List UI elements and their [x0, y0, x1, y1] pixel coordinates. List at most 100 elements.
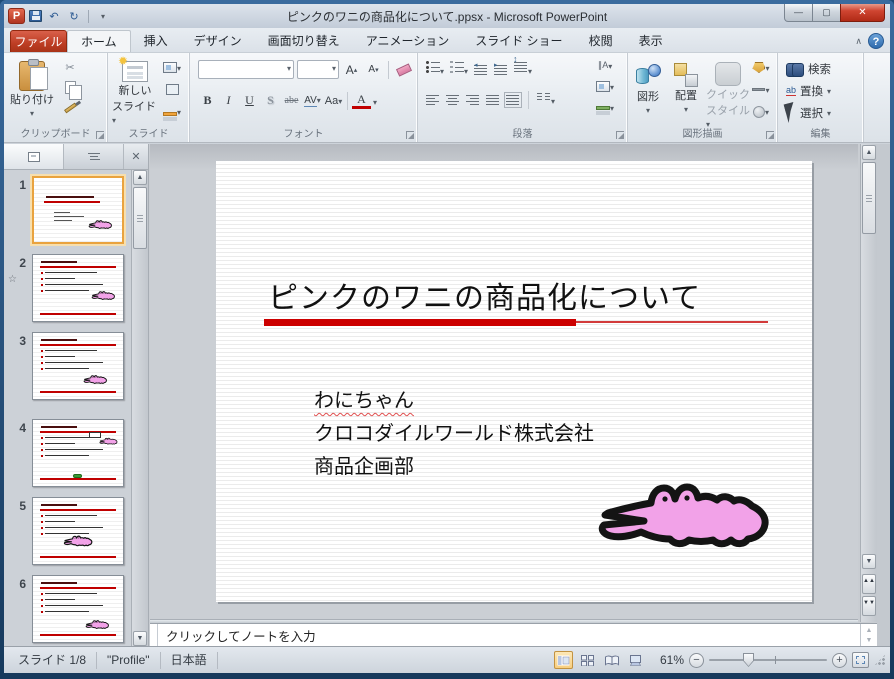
zoom-out-button[interactable]: − — [689, 652, 704, 668]
shape-outline-button[interactable] — [751, 81, 771, 98]
replace-button[interactable]: ab 置換 — [786, 81, 831, 100]
scroll-up-icon[interactable]: ▲ — [862, 145, 876, 160]
tab-review[interactable]: 校閲 — [576, 30, 626, 52]
slide-title[interactable]: ピンクのワニの商品化について — [268, 273, 788, 317]
notes-pane[interactable]: クリックしてノートを入力 ▲ ▼ — [150, 623, 877, 646]
slide-sorter-view-button[interactable] — [578, 651, 597, 669]
columns-button[interactable] — [537, 91, 555, 109]
tab-transitions[interactable]: 画面切り替え — [255, 30, 353, 52]
shapes-button[interactable]: 図形 — [630, 58, 666, 116]
zoom-level[interactable]: 61% — [650, 653, 684, 667]
panel-scrollbar[interactable]: ▲ ▼ — [131, 170, 148, 646]
panel-scroll-down-icon[interactable]: ▼ — [133, 631, 147, 646]
strikethrough-button[interactable]: abe — [282, 91, 301, 110]
slide-thumbnail-1[interactable]: 1 — [4, 174, 131, 248]
align-text-button[interactable] — [595, 78, 615, 95]
zoom-in-button[interactable]: + — [832, 652, 847, 668]
bullets-button[interactable] — [426, 61, 444, 79]
grow-font-button[interactable]: A ▴ — [342, 60, 361, 79]
drawing-dialog-launcher[interactable] — [766, 131, 774, 139]
language-indicator[interactable]: 日本語 — [161, 651, 218, 669]
powerpoint-logo-icon[interactable]: P — [8, 8, 25, 24]
shape-effects-button[interactable] — [751, 103, 771, 120]
redo-button[interactable]: ↻ — [66, 10, 82, 23]
slide-thumbnail-3[interactable]: 3 — [4, 330, 131, 404]
align-right-button[interactable] — [466, 94, 480, 106]
arrange-button[interactable]: 配置 — [668, 59, 704, 115]
tab-slides-thumbnails[interactable] — [4, 144, 64, 169]
qat-customize-dropdown[interactable] — [95, 10, 111, 22]
notes-scrollbar[interactable]: ▲ ▼ — [860, 624, 877, 646]
line-spacing-button[interactable] — [514, 61, 532, 79]
new-slide-button[interactable]: 新しい スライド — [112, 54, 158, 126]
zoom-slider-thumb[interactable] — [743, 653, 754, 667]
tab-animations[interactable]: アニメーション — [353, 30, 463, 52]
tab-view[interactable]: 表示 — [626, 30, 676, 52]
slide-subtitle[interactable]: わにちゃん クロコダイルワールド株式会社 商品企画部 — [314, 385, 594, 484]
tab-outline[interactable] — [64, 144, 124, 169]
panel-scroll-thumb[interactable] — [133, 187, 147, 249]
font-name-combo[interactable] — [198, 60, 294, 79]
italic-button[interactable]: I — [219, 91, 238, 110]
close-button[interactable]: ✕ — [840, 4, 885, 22]
paragraph-dialog-launcher[interactable] — [616, 131, 624, 139]
copy-button[interactable] — [60, 79, 82, 100]
panel-scroll-up-icon[interactable]: ▲ — [133, 170, 147, 185]
quick-styles-button[interactable]: クイック スタイル — [706, 58, 750, 130]
fit-to-window-button[interactable] — [852, 652, 869, 668]
decrease-indent-button[interactable] — [474, 64, 489, 76]
scroll-down-icon[interactable]: ▼ — [862, 554, 876, 569]
slide-thumbnail-5[interactable]: 5 — [4, 495, 131, 569]
select-button[interactable]: 選択 — [783, 102, 831, 123]
align-center-button[interactable] — [446, 94, 460, 106]
notes-placeholder[interactable]: クリックしてノートを入力 — [158, 626, 316, 645]
slide-indicator[interactable]: スライド 1/8 — [8, 651, 98, 669]
reading-view-button[interactable] — [602, 651, 621, 669]
change-case-button[interactable]: Aa — [324, 91, 343, 110]
vertical-scrollbar[interactable]: ▲ ▼ ▲▲ ▼▼ — [860, 144, 877, 622]
tab-design[interactable]: デザイン — [181, 30, 255, 52]
resize-grip[interactable] — [874, 654, 886, 666]
previous-slide-button[interactable]: ▲▲ — [862, 574, 876, 594]
collapse-ribbon-button[interactable]: ∧ — [855, 36, 862, 47]
next-slide-button[interactable]: ▼▼ — [862, 596, 876, 616]
format-painter-button[interactable] — [60, 99, 80, 116]
reset-slide-button[interactable] — [162, 81, 182, 98]
scroll-thumb[interactable] — [862, 162, 876, 234]
convert-smartart-button[interactable] — [595, 99, 615, 116]
font-color-caret-icon[interactable] — [373, 92, 377, 110]
align-left-button[interactable] — [426, 94, 440, 106]
character-spacing-button[interactable]: AV — [303, 91, 322, 110]
undo-button[interactable]: ↶ — [46, 10, 62, 23]
maximize-button[interactable]: ▢ — [813, 4, 840, 22]
shrink-font-button[interactable]: A ▾ — [364, 60, 383, 79]
text-shadow-button[interactable]: S — [261, 91, 280, 110]
clipboard-dialog-launcher[interactable] — [96, 131, 104, 139]
shape-fill-button[interactable] — [751, 59, 771, 76]
increase-indent-button[interactable] — [494, 64, 509, 76]
slide-thumbnail-4[interactable]: 4 — [4, 417, 131, 491]
bold-button[interactable]: B — [198, 91, 217, 110]
tab-slideshow[interactable]: スライド ショー — [462, 30, 575, 52]
theme-name[interactable]: "Profile" — [97, 651, 161, 669]
slide-canvas[interactable]: ピンクのワニの商品化について わにちゃん クロコダイルワールド株式会社 商品企画… — [216, 161, 812, 602]
text-direction-button[interactable]: ∥A — [595, 57, 615, 74]
font-color-button[interactable]: A — [352, 92, 371, 109]
slide-thumbnail-6[interactable]: 6 — [4, 573, 131, 646]
underline-button[interactable]: U — [240, 91, 259, 110]
tab-insert[interactable]: 挿入 — [131, 30, 181, 52]
slide-layout-button[interactable] — [162, 59, 182, 76]
font-dialog-launcher[interactable] — [406, 131, 414, 139]
clear-formatting-button[interactable] — [394, 60, 413, 79]
section-button[interactable] — [162, 103, 182, 120]
justify-button[interactable] — [486, 94, 500, 106]
slide-thumbnail-2[interactable]: 2 ☆ — [4, 252, 131, 326]
paste-button[interactable]: 貼り付け — [10, 57, 54, 119]
animation-indicator-icon[interactable]: ☆ — [8, 274, 17, 285]
numbering-button[interactable] — [450, 61, 468, 79]
tab-home[interactable]: ホーム — [67, 30, 131, 52]
help-button[interactable]: ? — [868, 33, 884, 49]
slideshow-view-button[interactable] — [626, 651, 645, 669]
notes-scroll-down-icon[interactable]: ▼ — [866, 637, 873, 644]
pink-crocodile-image[interactable] — [594, 469, 784, 569]
